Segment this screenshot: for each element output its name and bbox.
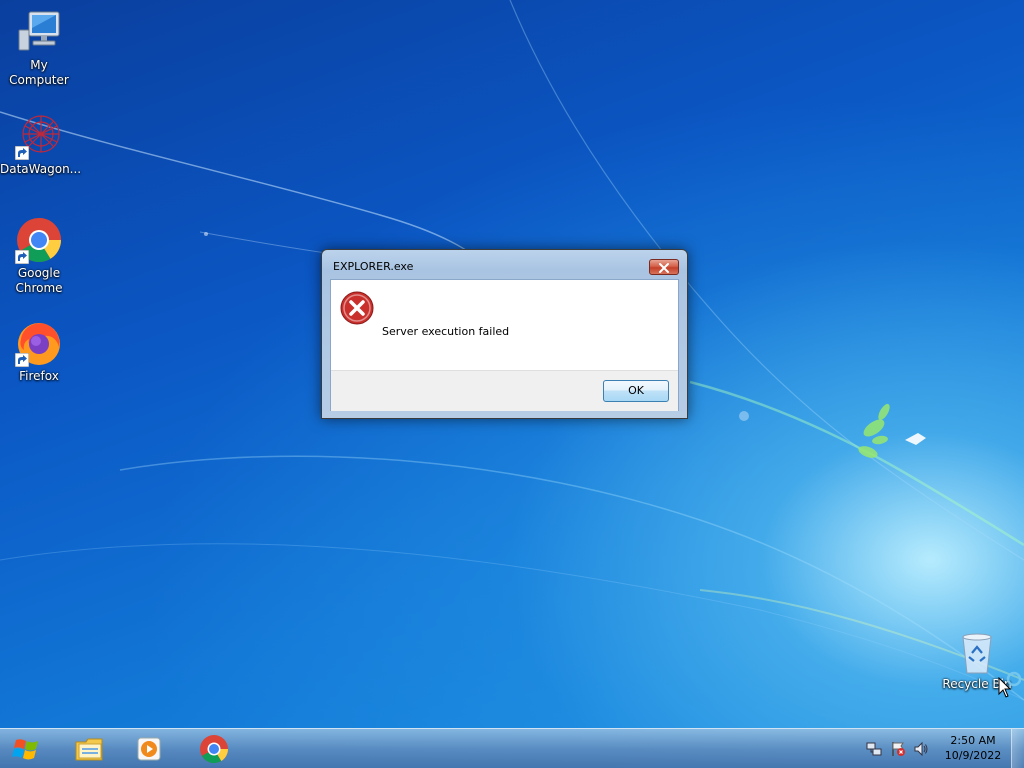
clock-time: 2:50 AM: [950, 734, 996, 747]
firefox-icon: [15, 319, 63, 367]
shortcut-arrow-icon: [15, 250, 29, 264]
shortcut-arrow-icon: [15, 353, 29, 367]
show-desktop-button[interactable]: [1011, 729, 1024, 768]
dialog-message: Server execution failed: [382, 325, 510, 338]
computer-icon: [15, 8, 63, 56]
media-player-icon: [137, 737, 161, 761]
ok-button[interactable]: OK: [603, 380, 669, 402]
taskbar-media-player-button[interactable]: [120, 731, 178, 767]
system-clock[interactable]: 2:50 AM 10/9/2022: [940, 733, 1006, 763]
dialog-button-bar: OK: [331, 370, 678, 411]
dialog-title: EXPLORER.exe: [333, 260, 414, 273]
close-icon: [659, 263, 669, 273]
dialog-close-button[interactable]: [649, 259, 679, 275]
shortcut-arrow-icon: [15, 146, 29, 160]
desktop-icon-label: Google Chrome: [15, 266, 63, 295]
desktop-icon-google-chrome[interactable]: Google Chrome: [0, 216, 78, 296]
action-center-flag-icon[interactable]: [890, 741, 906, 757]
taskbar: 2:50 AM 10/9/2022: [0, 728, 1024, 768]
speaker-icon[interactable]: [913, 741, 929, 757]
desktop-icon-label: DataWagon...: [0, 162, 82, 176]
dialog-body: Server execution failed OK: [330, 279, 679, 411]
network-icon[interactable]: [866, 741, 882, 757]
start-button[interactable]: [4, 730, 50, 768]
windows-logo-icon: [12, 739, 38, 760]
recycle-bin-icon: [955, 631, 999, 675]
desktop-icon-my-computer[interactable]: My Computer: [0, 8, 78, 88]
file-explorer-icon: [75, 738, 103, 761]
desktop-icon-firefox[interactable]: Firefox: [0, 319, 78, 384]
desktop-icon-datawagon[interactable]: DataWagon...: [0, 112, 82, 177]
taskbar-chrome-button[interactable]: [184, 731, 242, 767]
error-dialog: EXPLORER.exe Server execution failed OK: [321, 249, 688, 419]
taskbar-file-explorer-button[interactable]: [60, 731, 118, 767]
chrome-icon: [200, 735, 229, 764]
desktop-icon-label: Firefox: [19, 369, 59, 383]
datawagon-icon: [15, 112, 63, 160]
error-icon: [340, 291, 374, 325]
clock-date: 10/9/2022: [944, 749, 1002, 762]
busy-spinner-icon: [1006, 671, 1022, 687]
chrome-icon: [15, 216, 63, 264]
desktop: My Computer DataWagon... Google Chrome F…: [0, 0, 1024, 768]
desktop-icon-label: My Computer: [9, 58, 69, 87]
